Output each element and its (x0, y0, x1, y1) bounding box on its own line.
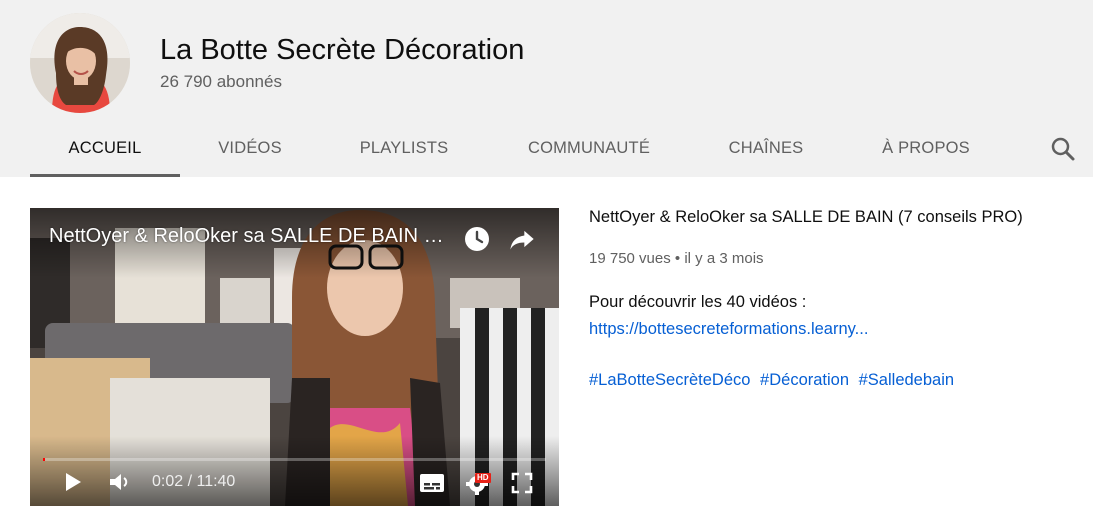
time-display: 0:02 / 11:40 (152, 473, 236, 490)
hashtag-link[interactable]: #Décoration (760, 371, 849, 389)
fullscreen-icon[interactable] (511, 472, 533, 494)
progress-bar[interactable] (43, 458, 546, 461)
channel-header: La Botte Secrète Décoration 26 790 abonn… (0, 0, 1093, 177)
volume-icon[interactable] (108, 471, 132, 493)
tab-videos[interactable]: VIDÉOS (180, 124, 320, 177)
tab-chaines[interactable]: CHAÎNES (690, 124, 842, 177)
avatar-image (30, 13, 130, 113)
tab-communaute[interactable]: COMMUNAUTÉ (488, 124, 690, 177)
tab-a-propos[interactable]: À PROPOS (842, 124, 1010, 177)
channel-avatar[interactable] (30, 13, 130, 113)
video-title[interactable]: NettOyer & ReloOker sa SALLE DE BAIN (7 … (589, 208, 1023, 227)
upload-age: il y a 3 mois (684, 250, 764, 267)
tab-playlists[interactable]: PLAYLISTS (320, 124, 488, 177)
tab-accueil[interactable]: ACCUEIL (30, 124, 180, 177)
hashtag-link[interactable]: #Salledebain (859, 371, 954, 389)
play-icon[interactable] (62, 471, 84, 493)
description-link[interactable]: https://bottesecreteformations.learny... (589, 320, 868, 339)
video-meta: 19 750 vues • il y a 3 mois (589, 250, 764, 267)
video-description: Pour découvrir les 40 vidéos : (589, 293, 807, 311)
hashtag-link[interactable]: #LaBotteSecrèteDéco (589, 371, 750, 389)
clock-icon[interactable] (462, 224, 492, 254)
player-title[interactable]: NettOyer & ReloOker sa SALLE DE BAIN (7 … (49, 225, 447, 248)
channel-tabs: ACCUEIL VIDÉOS PLAYLISTS COMMUNAUTÉ CHAÎ… (30, 124, 1080, 177)
search-icon[interactable] (1048, 134, 1078, 164)
share-icon[interactable] (508, 225, 536, 253)
channel-name: La Botte Secrète Décoration (160, 34, 525, 66)
progress-fill (43, 458, 45, 461)
hashtag-list: #LaBotteSecrèteDéco #Décoration #Sallede… (589, 371, 959, 390)
video-player[interactable]: NettOyer & ReloOker sa SALLE DE BAIN (7 … (30, 208, 559, 506)
view-count: 19 750 vues (589, 250, 671, 267)
hd-badge: HD (475, 473, 491, 483)
subscriber-count: 26 790 abonnés (160, 72, 282, 91)
meta-separator: • (674, 250, 681, 267)
subtitles-icon[interactable] (419, 473, 445, 493)
